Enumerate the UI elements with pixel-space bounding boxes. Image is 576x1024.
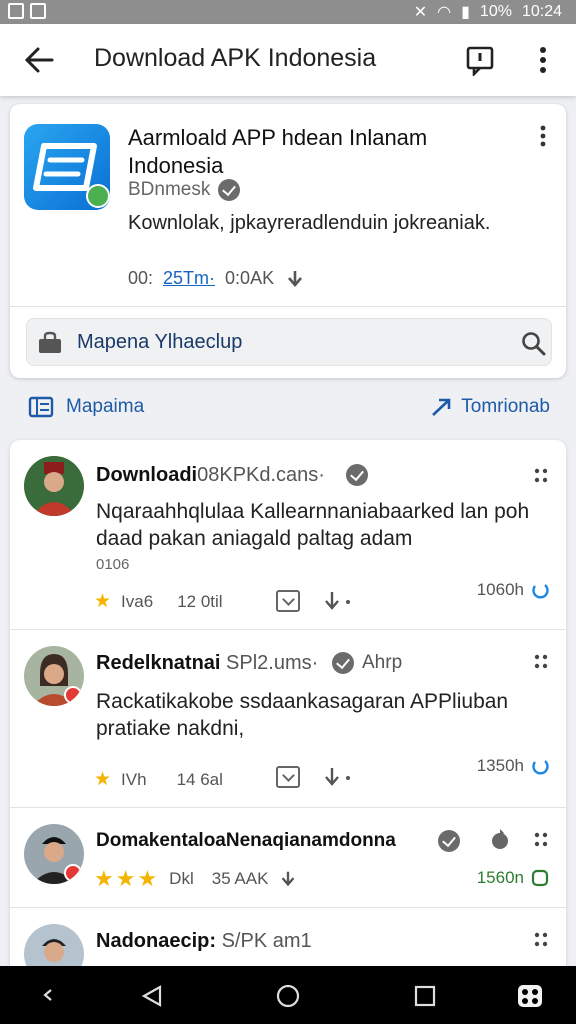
more-vert-icon[interactable]: [528, 44, 558, 76]
meta-prefix: 00:: [128, 268, 154, 288]
meta-size: 0:0AK: [225, 268, 275, 288]
developer-name: BDnmesk: [128, 179, 211, 200]
rating-text: Iva6: [121, 591, 154, 611]
post-subtext: 0106: [96, 556, 130, 573]
section-header: Mapaima Tomrionab: [0, 388, 576, 428]
verified-icon: [346, 464, 368, 486]
status-badge: [64, 686, 82, 704]
save-icon[interactable]: [276, 766, 300, 788]
more-icon[interactable]: [532, 830, 550, 850]
back-nav-icon[interactable]: [140, 984, 164, 1008]
search-text: Mapena Ylhaeclup: [77, 331, 243, 353]
post-list: Downloadi08KPKd.cans· Nqaraahhqlulaa Kal…: [10, 440, 566, 970]
list-item[interactable]: Redelknatnai SPl2.ums· Ahrp Rackatikakob…: [10, 630, 566, 808]
star-icon: ★: [94, 769, 112, 790]
status-badge: [64, 864, 82, 882]
save-icon[interactable]: [276, 590, 300, 612]
more-icon[interactable]: [532, 930, 550, 950]
app-header-card: Aarmloald APP hdean Inlanam Indonesia BD…: [10, 104, 566, 378]
section-right-label: Tomrionab: [461, 396, 550, 417]
post-author[interactable]: Downloadi08KPKd.cans·: [96, 464, 325, 487]
avatar: [24, 456, 84, 516]
image-notification-icon: [8, 3, 24, 19]
post-stats: ★ IVh 14 6al: [94, 768, 223, 791]
shopping-bag-icon: [39, 331, 61, 353]
meta-link[interactable]: 25Tm·: [163, 268, 215, 289]
page-title: Download APK Indonesia: [94, 44, 377, 72]
post-time: 1350h: [477, 756, 550, 776]
post-author[interactable]: Redelknatnai SPl2.ums·: [96, 652, 318, 675]
search-icon[interactable]: [521, 331, 547, 357]
post-extra: Ahrp: [362, 652, 403, 673]
card-more-icon[interactable]: [536, 124, 550, 148]
more-icon[interactable]: [532, 466, 550, 486]
app-title: Aarmloald APP hdean Inlanam Indonesia: [128, 125, 428, 178]
refresh-icon[interactable]: [530, 756, 550, 776]
keyboard-hide-icon[interactable]: [42, 988, 54, 1002]
post-body: Rackatikakobe ssdaankasagaran APPliuban …: [96, 690, 509, 740]
app-logo-icon: [24, 124, 110, 210]
count-text: 12 0til: [177, 591, 223, 611]
game-mode-icon[interactable]: [516, 983, 544, 1009]
section-right[interactable]: Tomrionab: [431, 396, 550, 418]
trending-icon: [432, 398, 451, 416]
feedback-icon[interactable]: [464, 44, 496, 76]
refresh-icon[interactable]: [530, 580, 550, 600]
section-left-label: Mapaima: [66, 396, 145, 417]
more-icon[interactable]: [532, 652, 550, 672]
app-description: Kownlolak, jpkayreradlenduin jokreaniak.: [128, 212, 491, 234]
download-notification-icon: [30, 3, 46, 19]
signal-icon: ▮: [461, 4, 470, 21]
rating-text: IVh: [121, 769, 147, 789]
status-bar: ✕ ◠ ▮ 10% 10:24: [0, 0, 576, 24]
post-actions: [276, 766, 352, 788]
navigation-bar: [0, 966, 576, 1024]
mute-icon: ✕: [413, 4, 428, 21]
app-meta: 00: 25Tm· 0:0AK: [128, 268, 306, 289]
post-actions: [276, 590, 352, 612]
post-stats: ★ Iva6 12 0til: [94, 590, 223, 613]
count-text: 35 AAK: [211, 869, 269, 888]
count-text: 14 6al: [176, 769, 223, 789]
divider: [10, 306, 566, 307]
download-arrow-icon[interactable]: [278, 869, 298, 889]
post-body: Nqaraahhqlulaa Kallearnnaniabaarked lan …: [96, 500, 530, 550]
post-stats: ★★★ Dkl 35 AAK: [94, 866, 298, 892]
post-author[interactable]: Nadonaecip: S/PK am1: [96, 930, 312, 953]
verified-icon: [218, 179, 241, 201]
download-arrow-icon[interactable]: [284, 269, 306, 289]
post-time: 1060h: [477, 580, 550, 600]
search-bar[interactable]: Mapena Ylhaeclup: [26, 318, 552, 366]
list-item[interactable]: DomakentaloaNenaqianamdonna ★★★ Dkl 35 A…: [10, 808, 566, 908]
home-nav-icon[interactable]: [276, 984, 300, 1008]
avatar: [24, 924, 84, 970]
reload-icon[interactable]: [488, 828, 512, 852]
post-author[interactable]: DomakentaloaNenaqianamdonna: [96, 830, 396, 852]
download-icon[interactable]: [322, 590, 352, 612]
star-icon: ★: [94, 591, 112, 612]
list-icon: [28, 396, 54, 418]
avatar: [24, 824, 84, 884]
post-time: 1560n: [477, 868, 550, 888]
rating-text: Dkl: [169, 869, 194, 888]
verified-icon: [332, 652, 354, 674]
clock: 10:24: [521, 3, 562, 20]
back-arrow-icon[interactable]: [22, 44, 56, 76]
section-left[interactable]: Mapaima: [28, 396, 144, 418]
list-item[interactable]: Nadonaecip: S/PK am1: [10, 908, 566, 970]
avatar: [24, 646, 84, 706]
verified-icon: [438, 830, 460, 852]
developer-row[interactable]: BDnmesk: [128, 179, 241, 201]
wifi-icon: ◠: [437, 4, 452, 21]
download-icon[interactable]: [322, 766, 352, 788]
recents-nav-icon[interactable]: [414, 985, 436, 1007]
list-item[interactable]: Downloadi08KPKd.cans· Nqaraahhqlulaa Kal…: [10, 440, 566, 630]
app-bar: Download APK Indonesia: [0, 24, 576, 96]
star-rating: ★★★: [94, 866, 160, 891]
battery-level: 10%: [479, 3, 512, 20]
open-icon[interactable]: [530, 868, 550, 888]
